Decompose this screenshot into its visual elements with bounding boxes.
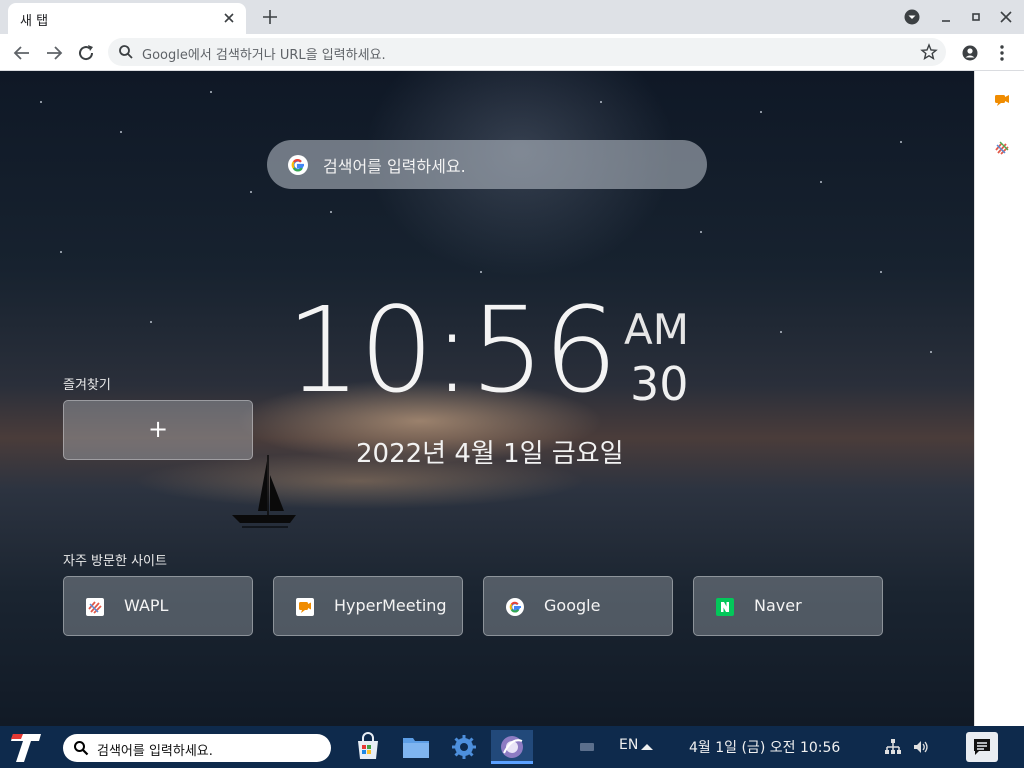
notification-chat-icon: [974, 739, 990, 755]
profile-menu-icon[interactable]: [902, 7, 922, 27]
favorites-label: 즐겨찾기: [63, 378, 111, 393]
search-icon: [119, 45, 133, 59]
tab-new-tab[interactable]: 새 탭: [8, 3, 246, 34]
clock-ampm: AM: [624, 305, 689, 354]
site-tile-wapl[interactable]: WAPL: [63, 576, 253, 636]
address-placeholder: Google에서 검색하거나 URL을 입력하세요.: [142, 48, 386, 63]
wapl-icon: [86, 598, 104, 616]
app-store-icon[interactable]: [350, 730, 386, 764]
address-bar[interactable]: Google에서 검색하거나 URL을 입력하세요.: [108, 38, 946, 66]
new-tab-button[interactable]: [259, 6, 281, 28]
maximize-icon[interactable]: [966, 7, 986, 27]
search-icon: [74, 741, 89, 756]
taskbar: 검색어를 입력하세요. EN 4월 1일 (금) 오전 10:56: [0, 726, 1024, 768]
volume-icon[interactable]: [912, 738, 930, 756]
frequent-sites-label: 자주 방문한 사이트: [63, 554, 167, 569]
naver-icon: [716, 598, 734, 616]
taskbar-search-placeholder: 검색어를 입력하세요.: [97, 744, 213, 759]
notification-button[interactable]: [966, 732, 998, 762]
wapl-icon[interactable]: [993, 139, 1011, 157]
browser-icon: [501, 736, 523, 758]
bookmark-star-icon[interactable]: [920, 43, 938, 61]
site-tile-label: Google: [544, 596, 601, 615]
tab-strip: 새 탭: [0, 0, 1024, 34]
file-manager-icon[interactable]: [398, 730, 434, 764]
clock-seconds: 30: [630, 357, 689, 411]
site-tile-label: Naver: [754, 596, 802, 615]
start-menu-logo-icon[interactable]: [10, 730, 44, 764]
hypermeeting-icon[interactable]: [993, 91, 1011, 109]
side-panel: [974, 71, 1024, 726]
tab-title: 새 탭: [20, 14, 49, 29]
site-tile-label: HyperMeeting: [334, 596, 447, 615]
back-icon[interactable]: [10, 41, 34, 65]
site-tile-label: WAPL: [124, 596, 169, 615]
close-window-icon[interactable]: [996, 7, 1016, 27]
ntp-search-box[interactable]: 검색어를 입력하세요.: [267, 140, 707, 189]
more-menu-icon[interactable]: [990, 41, 1014, 65]
close-tab-icon[interactable]: [220, 9, 238, 27]
new-tab-page: 검색어를 입력하세요. 10:56 AM 30 2022년 4월 1일 금요일 …: [0, 71, 974, 726]
google-icon: [506, 598, 524, 616]
chevron-up-icon[interactable]: [638, 738, 656, 756]
site-tile-google[interactable]: Google: [483, 576, 673, 636]
taskbar-datetime[interactable]: 4월 1일 (금) 오전 10:56: [689, 737, 840, 757]
browser-toolbar: Google에서 검색하거나 URL을 입력하세요.: [0, 34, 1024, 71]
input-language[interactable]: EN: [619, 737, 638, 753]
site-tile-naver[interactable]: Naver: [693, 576, 883, 636]
keyboard-icon[interactable]: [578, 738, 596, 756]
ntp-search-placeholder: 검색어를 입력하세요.: [323, 157, 466, 176]
forward-icon[interactable]: [42, 41, 66, 65]
sailboat-silhouette: [232, 455, 296, 528]
account-icon[interactable]: [958, 41, 982, 65]
reload-icon[interactable]: [74, 41, 98, 65]
google-icon: [288, 155, 308, 175]
taskbar-search[interactable]: 검색어를 입력하세요.: [63, 734, 331, 762]
clock-date: 2022년 4월 1일 금요일: [356, 439, 624, 469]
network-icon[interactable]: [884, 738, 902, 756]
hypermeeting-icon: [296, 598, 314, 616]
minimize-icon[interactable]: [936, 7, 956, 27]
settings-gear-icon[interactable]: [446, 730, 482, 764]
add-favorite-button[interactable]: +: [63, 400, 253, 460]
site-tile-hypermeeting[interactable]: HyperMeeting: [273, 576, 463, 636]
browser-app-button[interactable]: [491, 730, 533, 764]
clock-time: 10:56: [286, 281, 618, 419]
